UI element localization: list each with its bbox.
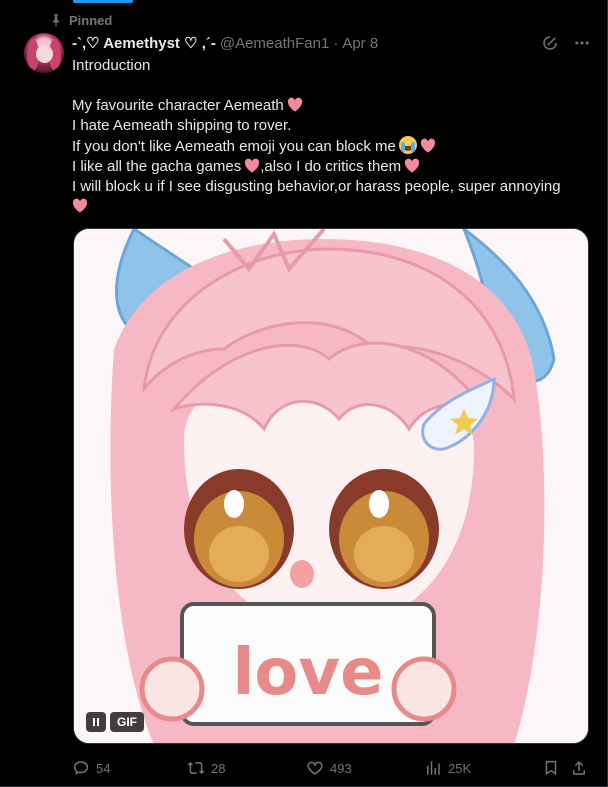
heart-emoji-icon — [244, 158, 260, 173]
sign-text: love — [232, 636, 383, 710]
bookmark-icon — [545, 760, 557, 776]
grok-icon — [543, 36, 557, 50]
display-name[interactable]: -`,♡ Aemethyst ♡ ,´- — [72, 34, 216, 52]
reply-count: 54 — [96, 760, 111, 776]
like-count: 493 — [330, 760, 352, 776]
heart-emoji-icon — [420, 138, 436, 153]
post-actions: 54 28 493 25K — [72, 758, 592, 778]
post-line: I will block u if I see disgusting behav… — [72, 178, 561, 195]
like-icon — [307, 761, 323, 775]
reply-button[interactable]: 54 — [72, 759, 110, 777]
pause-icon — [93, 718, 95, 726]
avatar[interactable] — [24, 33, 64, 73]
post-date[interactable]: Apr 8 — [342, 35, 378, 52]
post-line: Introduction — [72, 57, 151, 74]
anime-girl-illustration: love — [74, 229, 588, 743]
gif-controls: GIF — [86, 712, 144, 732]
post-line: If you don't like Aemeath emoji you can … — [72, 136, 592, 157]
repost-button[interactable]: 28 — [187, 759, 225, 777]
pinned-text: Pinned — [69, 12, 113, 28]
gif-media[interactable]: love GIF — [73, 228, 589, 744]
share-button[interactable] — [570, 759, 588, 777]
more-button[interactable] — [572, 33, 592, 53]
post-text: Introduction My favourite character Aeme… — [72, 56, 592, 217]
heart-emoji-icon — [287, 97, 303, 112]
reply-icon — [73, 761, 89, 775]
separator: · — [333, 34, 339, 52]
post-line — [72, 197, 592, 217]
post-header: -`,♡ Aemethyst ♡ ,´- @AemeathFan1 · Apr … — [72, 33, 378, 53]
views-icon — [427, 761, 440, 775]
post-line: I like all the gacha games ,also I do cri… — [72, 157, 592, 177]
crying-emoji-icon — [398, 136, 417, 154]
pinned-label: Pinned — [49, 12, 112, 28]
pin-icon — [53, 14, 59, 27]
repost-count: 28 — [211, 760, 226, 776]
views-count: 25K — [448, 760, 472, 776]
heart-emoji-icon — [72, 198, 88, 213]
post-line: I hate Aemeath shipping to rover. — [72, 117, 292, 134]
post-line: My favourite character Aemeath — [72, 96, 592, 116]
tab-indicator — [73, 0, 133, 3]
grok-button[interactable] — [540, 33, 560, 53]
gif-badge: GIF — [110, 712, 144, 732]
views-button[interactable]: 25K — [424, 759, 471, 777]
share-icon — [573, 760, 585, 775]
pause-button[interactable] — [86, 712, 106, 732]
repost-icon — [187, 761, 205, 775]
author-handle[interactable]: @AemeathFan1 — [220, 35, 329, 52]
heart-emoji-icon — [404, 158, 420, 173]
header-actions — [540, 33, 592, 53]
bookmark-button[interactable] — [542, 759, 560, 777]
like-button[interactable]: 493 — [306, 759, 352, 777]
more-icon — [575, 41, 589, 45]
